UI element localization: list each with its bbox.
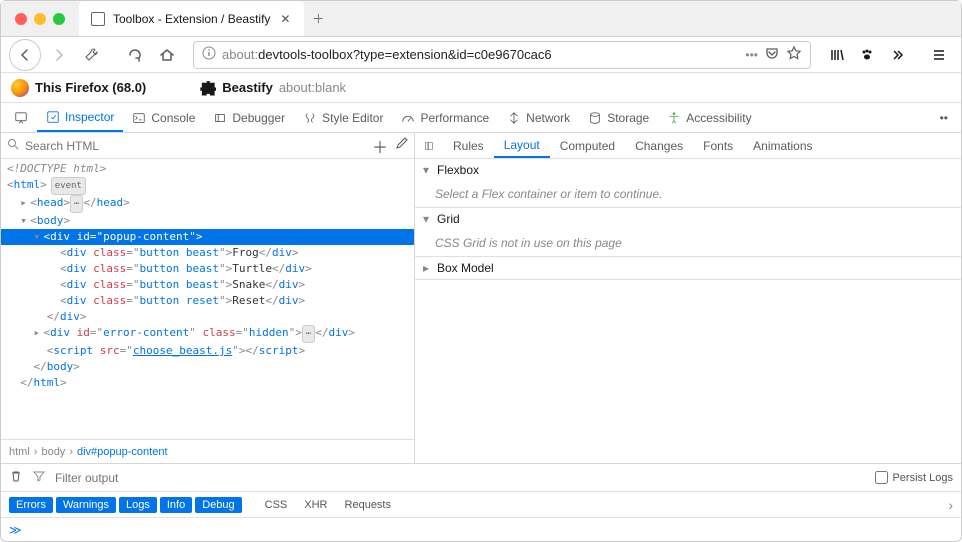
- rtab-fonts[interactable]: Fonts: [693, 133, 743, 158]
- window-minimize[interactable]: [34, 13, 46, 25]
- pocket-icon[interactable]: [764, 45, 780, 64]
- layout-toggle-icon[interactable]: [415, 133, 443, 158]
- boxmodel-section: Box Model: [415, 257, 961, 280]
- tab-network[interactable]: Network: [498, 103, 579, 132]
- star-icon[interactable]: [786, 45, 802, 64]
- devtools-meatball[interactable]: ••: [931, 103, 957, 132]
- nav-toolbar: about:devtools-toolbox?type=extension&id…: [1, 37, 961, 73]
- pill-info[interactable]: Info: [160, 497, 192, 513]
- breadcrumb-item[interactable]: html: [9, 446, 30, 458]
- devtools-tabs: Inspector Console Debugger Style Editor …: [1, 103, 961, 133]
- pill-logs[interactable]: Logs: [119, 497, 157, 513]
- home-button[interactable]: [153, 41, 181, 69]
- pill-errors[interactable]: Errors: [9, 497, 53, 513]
- pill-requests[interactable]: Requests: [338, 497, 398, 513]
- iframe-picker[interactable]: [5, 103, 37, 132]
- section-header[interactable]: Box Model: [415, 257, 961, 279]
- pill-xhr[interactable]: XHR: [297, 497, 334, 513]
- dom-search-row: ＋: [1, 133, 414, 159]
- grid-body: CSS Grid is not in use on this page: [415, 230, 961, 256]
- paw-icon[interactable]: [853, 41, 881, 69]
- browser-tab[interactable]: Toolbox - Extension / Beastify ✕: [79, 1, 304, 36]
- eyedropper-icon[interactable]: [394, 137, 408, 154]
- extension-url: about:blank: [279, 80, 346, 95]
- library-icon[interactable]: [823, 41, 851, 69]
- tab-storage[interactable]: Storage: [579, 103, 658, 132]
- breadcrumb-item[interactable]: body: [41, 446, 65, 458]
- firefox-version: This Firefox (68.0): [35, 80, 146, 95]
- extension-header: This Firefox (68.0) Beastify about:blank: [1, 73, 961, 103]
- menu-icon[interactable]: [925, 41, 953, 69]
- url-text: about:devtools-toolbox?type=extension&id…: [222, 47, 739, 62]
- close-icon[interactable]: ✕: [278, 12, 292, 26]
- section-header[interactable]: Grid: [415, 208, 961, 230]
- info-icon[interactable]: [202, 46, 216, 63]
- tab-inspector[interactable]: Inspector: [37, 103, 123, 132]
- rtab-changes[interactable]: Changes: [625, 133, 693, 158]
- section-header[interactable]: Flexbox: [415, 159, 961, 181]
- forward-button[interactable]: [45, 41, 73, 69]
- console-filter-bar: Persist Logs: [1, 463, 961, 491]
- console-pill-bar: Errors Warnings Logs Info Debug CSS XHR …: [1, 491, 961, 517]
- grid-section: Grid CSS Grid is not in use on this page: [415, 208, 961, 257]
- dom-tree[interactable]: <!DOCTYPE html> <html>event <head>⋯</hea…: [1, 159, 414, 439]
- trash-icon[interactable]: [9, 469, 23, 486]
- dom-panel: ＋ <!DOCTYPE html> <html>event <head>⋯</h…: [1, 133, 415, 463]
- filter-input[interactable]: [55, 471, 865, 485]
- chevron-right-icon[interactable]: ›: [948, 497, 953, 513]
- tab-console[interactable]: Console: [123, 103, 204, 132]
- inspector-body: ＋ <!DOCTYPE html> <html>event <head>⋯</h…: [1, 133, 961, 463]
- tab-title: Toolbox - Extension / Beastify: [113, 12, 270, 26]
- rtab-computed[interactable]: Computed: [550, 133, 625, 158]
- new-tab-button[interactable]: ＋: [304, 1, 332, 36]
- rtab-animations[interactable]: Animations: [743, 133, 822, 158]
- reload-button[interactable]: [121, 41, 149, 69]
- console-prompt[interactable]: ≫: [1, 517, 961, 541]
- rtab-layout[interactable]: Layout: [494, 133, 550, 158]
- right-tabs: Rules Layout Computed Changes Fonts Anim…: [415, 133, 961, 159]
- window-zoom[interactable]: [53, 13, 65, 25]
- browser-tabs: Toolbox - Extension / Beastify ✕ ＋: [79, 1, 332, 36]
- pill-css[interactable]: CSS: [258, 497, 295, 513]
- rules-panel: Rules Layout Computed Changes Fonts Anim…: [415, 133, 961, 463]
- funnel-icon: [33, 470, 45, 485]
- tab-favicon: [91, 12, 105, 26]
- rtab-rules[interactable]: Rules: [443, 133, 494, 158]
- url-bar[interactable]: about:devtools-toolbox?type=extension&id…: [193, 41, 811, 69]
- more-icon[interactable]: •••: [745, 48, 758, 62]
- flexbox-body: Select a Flex container or item to conti…: [415, 181, 961, 207]
- add-node-button[interactable]: ＋: [372, 134, 388, 158]
- persist-logs-toggle[interactable]: Persist Logs: [875, 471, 953, 484]
- dom-node-selected: <div id="popup-content">: [1, 229, 414, 245]
- window-controls: [1, 13, 79, 25]
- breadcrumb-item[interactable]: div#popup-content: [77, 446, 168, 458]
- breadcrumbs[interactable]: html › body › div#popup-content: [1, 439, 414, 463]
- pill-debug[interactable]: Debug: [195, 497, 241, 513]
- puzzle-icon: [200, 80, 216, 96]
- flexbox-section: Flexbox Select a Flex container or item …: [415, 159, 961, 208]
- firefox-icon: [11, 79, 29, 97]
- search-input[interactable]: [25, 139, 366, 153]
- search-icon: [7, 138, 19, 153]
- tab-accessibility[interactable]: Accessibility: [658, 103, 760, 132]
- tools-button[interactable]: [77, 41, 105, 69]
- extension-name: Beastify: [222, 80, 273, 95]
- window-close[interactable]: [15, 13, 27, 25]
- tab-style-editor[interactable]: Style Editor: [294, 103, 392, 132]
- pill-warnings[interactable]: Warnings: [56, 497, 116, 513]
- overflow-icon[interactable]: [883, 41, 911, 69]
- tab-performance[interactable]: Performance: [392, 103, 498, 132]
- window-titlebar: Toolbox - Extension / Beastify ✕ ＋: [1, 1, 961, 37]
- tab-debugger[interactable]: Debugger: [204, 103, 294, 132]
- back-button[interactable]: [9, 39, 41, 71]
